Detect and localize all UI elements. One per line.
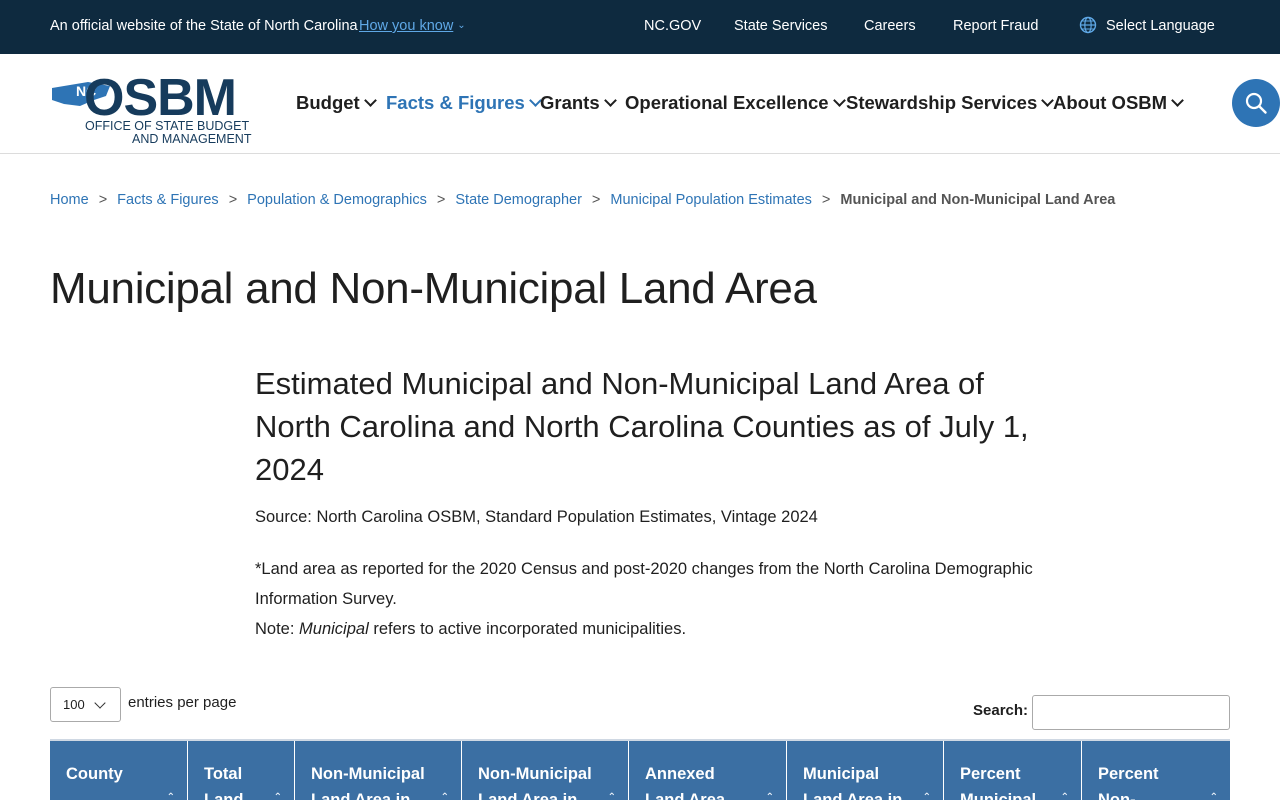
breadcrumb: Home > Facts & Figures > Population & Demogr… bbox=[50, 192, 1115, 208]
note-prefix: Note: bbox=[255, 620, 300, 638]
breadcrumb-separator: > bbox=[821, 192, 831, 208]
osbm-logo[interactable]: NC OSBM OFFICE OF STATE BUDGET AND MANAG… bbox=[50, 66, 272, 144]
table-header: County ⌃ Total Land Area ⌃ Non-Municipal L… bbox=[50, 739, 1230, 800]
how-you-know-link[interactable]: How you know ⌄ bbox=[359, 18, 466, 34]
entries-value: 100 bbox=[63, 697, 85, 712]
table-search-input[interactable] bbox=[1032, 695, 1230, 730]
globe-icon bbox=[1079, 16, 1097, 34]
logo-line2: AND MANAGEMENT bbox=[132, 132, 252, 144]
entries-per-page-select[interactable]: 100 bbox=[50, 687, 121, 722]
land-area-note: *Land area as reported for the 2020 Cens… bbox=[255, 560, 1033, 608]
state-services-link[interactable]: State Services bbox=[734, 18, 828, 34]
nav-grants[interactable]: Grants bbox=[540, 92, 617, 114]
site-header: NC OSBM OFFICE OF STATE BUDGET AND MANAG… bbox=[0, 54, 1280, 154]
note-emphasis: Municipal bbox=[299, 620, 369, 638]
column-header-percent-non-municipal[interactable]: Percent Non-Municipal ⌃ bbox=[1082, 741, 1230, 800]
column-header-total-land-area[interactable]: Total Land Area ⌃ bbox=[188, 741, 295, 800]
column-header-non-municipal-2020[interactable]: Non-Municipal Land Area in 2020 ⌃ bbox=[295, 741, 462, 800]
notes: *Land area as reported for the 2020 Cens… bbox=[255, 554, 1035, 644]
column-header-label: Total Land Area bbox=[204, 765, 244, 800]
chevron-down-icon bbox=[832, 94, 846, 107]
sort-icon: ⌃ bbox=[440, 792, 449, 800]
nav-budget-label: Budget bbox=[296, 92, 360, 113]
column-header-label: Municipal Land Area in 2024 bbox=[803, 765, 903, 800]
select-language-button[interactable]: Select Language bbox=[1106, 18, 1215, 34]
sort-icon: ⌃ bbox=[765, 792, 774, 800]
breadcrumb-state-demographer[interactable]: State Demographer bbox=[455, 192, 582, 208]
careers-link[interactable]: Careers bbox=[864, 18, 916, 34]
column-header-county[interactable]: County ⌃ bbox=[50, 741, 188, 800]
breadcrumb-current: Municipal and Non-Municipal Land Area bbox=[840, 192, 1116, 208]
column-header-label: Non-Municipal Land Area in 2020 bbox=[311, 765, 425, 800]
breadcrumb-separator: > bbox=[98, 192, 108, 208]
column-header-percent-municipal[interactable]: Percent Municipal ⌃ bbox=[944, 741, 1082, 800]
nav-grants-label: Grants bbox=[540, 92, 600, 113]
column-header-label: Percent Municipal bbox=[960, 765, 1037, 800]
breadcrumb-separator: > bbox=[228, 192, 238, 208]
municipal-note: Note: Municipal refers to active incorpo… bbox=[255, 614, 1035, 644]
column-header-annexed-land-area[interactable]: Annexed Land Area, 2020-2024 ⌃ bbox=[629, 741, 787, 800]
column-header-label: Annexed Land Area, 2020-2024 bbox=[645, 765, 730, 800]
source-text: Source: North Carolina OSBM, Standard Po… bbox=[255, 508, 818, 526]
search-label: Search: bbox=[973, 702, 1029, 719]
column-header-label: County bbox=[66, 765, 123, 783]
how-you-know-label: How you know bbox=[359, 18, 454, 34]
official-banner: An official website of the State of Nort… bbox=[0, 0, 1280, 54]
sort-icon: ⌃ bbox=[922, 792, 931, 800]
entries-label: entries per page bbox=[128, 694, 237, 711]
breadcrumb-population-demographics[interactable]: Population & Demographics bbox=[247, 192, 427, 208]
breadcrumb-home[interactable]: Home bbox=[50, 192, 89, 208]
breadcrumb-facts-figures[interactable]: Facts & Figures bbox=[117, 192, 219, 208]
nc-gov-link[interactable]: NC.GOV bbox=[644, 18, 701, 34]
chevron-down-icon bbox=[1171, 94, 1184, 107]
breadcrumb-separator: > bbox=[436, 192, 446, 208]
breadcrumb-separator: > bbox=[591, 192, 601, 208]
official-text: An official website of the State of Nort… bbox=[50, 18, 358, 34]
sort-icon: ⌃ bbox=[273, 792, 282, 800]
page-title: Municipal and Non-Municipal Land Area bbox=[50, 264, 817, 313]
logo-line1: OFFICE OF STATE BUDGET bbox=[85, 119, 249, 133]
search-icon bbox=[1245, 92, 1267, 114]
nav-about-osbm-label: About OSBM bbox=[1053, 92, 1168, 113]
column-header-label: Percent Non-Municipal bbox=[1098, 765, 1159, 800]
nav-operational-excellence[interactable]: Operational Excellence bbox=[625, 92, 846, 114]
column-header-label: Non-Municipal Land Area in 2024 bbox=[478, 765, 592, 800]
chevron-down-icon: ⌄ bbox=[457, 20, 466, 31]
chevron-down-icon bbox=[94, 697, 106, 709]
breadcrumb-municipal-population-estimates[interactable]: Municipal Population Estimates bbox=[610, 192, 812, 208]
sort-icon: ⌃ bbox=[607, 792, 616, 800]
nav-budget[interactable]: Budget bbox=[296, 92, 377, 114]
nav-stewardship-services-label: Stewardship Services bbox=[846, 92, 1038, 113]
nav-about-osbm[interactable]: About OSBM bbox=[1053, 92, 1184, 114]
chevron-down-icon bbox=[363, 94, 377, 107]
nav-facts-figures[interactable]: Facts & Figures bbox=[386, 92, 542, 114]
table-heading: Estimated Municipal and Non-Municipal La… bbox=[255, 366, 1029, 487]
chevron-down-icon bbox=[603, 94, 617, 107]
column-header-non-municipal-2024[interactable]: Non-Municipal Land Area in 2024 ⌃ bbox=[462, 741, 629, 800]
column-header-municipal-land-area[interactable]: Municipal Land Area in 2024 ⌃ bbox=[787, 741, 944, 800]
sort-icon: ⌃ bbox=[1209, 792, 1218, 800]
report-fraud-link[interactable]: Report Fraud bbox=[953, 18, 1038, 34]
content-body: Estimated Municipal and Non-Municipal La… bbox=[255, 362, 1035, 644]
search-button[interactable] bbox=[1232, 79, 1280, 127]
sort-icon: ⌃ bbox=[1060, 792, 1069, 800]
note-suffix: refers to active incorporated municipali… bbox=[368, 620, 687, 638]
nav-operational-excellence-label: Operational Excellence bbox=[625, 92, 829, 113]
nav-facts-figures-label: Facts & Figures bbox=[386, 92, 525, 113]
nav-stewardship-services[interactable]: Stewardship Services bbox=[846, 92, 1055, 114]
sort-icon: ⌃ bbox=[166, 792, 175, 800]
